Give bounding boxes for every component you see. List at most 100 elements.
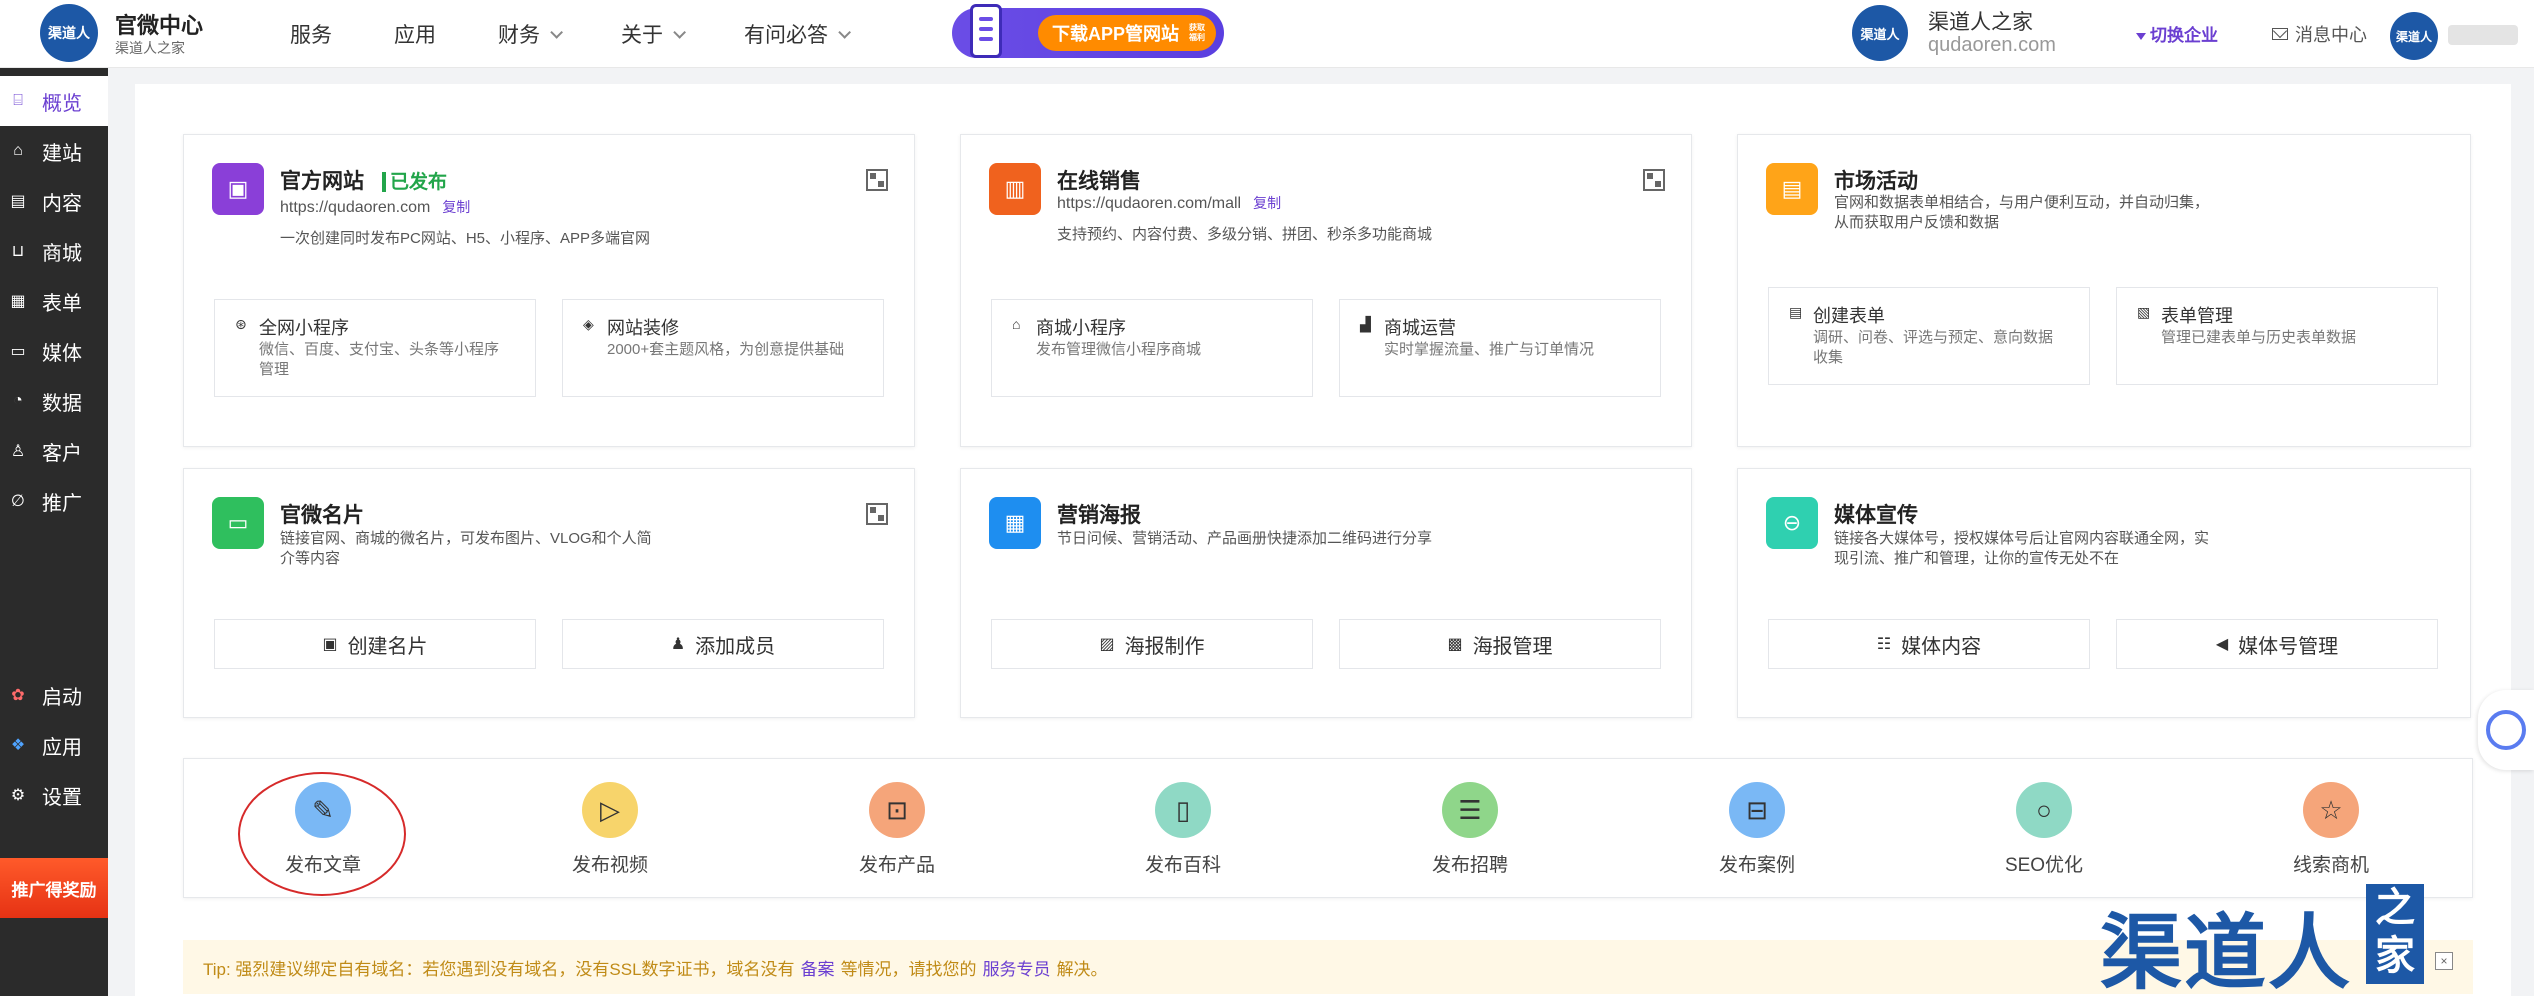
document-icon: ▤	[10, 193, 26, 210]
chevron-down-icon	[838, 25, 851, 39]
sidebar-item-settings[interactable]: ⚙ 设置	[0, 770, 108, 820]
nav-faq[interactable]: 有问必答	[744, 19, 851, 49]
quick-action-publish-wiki[interactable]: ▯ 发布百科	[1118, 772, 1248, 882]
bar-chart-icon: ▟	[1360, 316, 1371, 332]
quick-action-seo[interactable]: ○ SEO优化	[1979, 772, 2109, 882]
search-icon: ○	[2016, 782, 2072, 838]
qr-code-icon[interactable]	[866, 503, 888, 525]
quick-action-publish-case[interactable]: ⊟ 发布案例	[1692, 772, 1822, 882]
media-content-button[interactable]: ☷ 媒体内容	[1768, 619, 2090, 669]
sidebar-item-customers[interactable]: ♙ 客户	[0, 426, 108, 476]
quick-action-label: 发布案例	[1718, 855, 1795, 876]
tip-text: 等情况，请找您的	[840, 959, 977, 979]
nav-label: 应用	[394, 24, 436, 47]
sidebar-item-overview[interactable]: ⌸ 概览	[0, 76, 108, 126]
org-avatar[interactable]: 渠道人	[1852, 5, 1908, 61]
quick-action-publish-jobs[interactable]: ☰ 发布招聘	[1405, 772, 1535, 882]
poster-icon: ▦	[989, 497, 1041, 549]
sub-title: 全网小程序	[259, 318, 349, 338]
sidebar-item-build[interactable]: ⌂ 建站	[0, 126, 108, 176]
sidebar-item-launch[interactable]: ✿ 启动	[0, 670, 108, 720]
quick-action-publish-product[interactable]: ⊡ 发布产品	[832, 772, 962, 882]
sub-title: 表单管理	[2161, 306, 2233, 326]
sidebar-item-label: 媒体	[42, 342, 82, 365]
sidebar-item-data[interactable]: ◔ 数据	[0, 376, 108, 426]
play-icon: ▷	[582, 782, 638, 838]
sidebar-item-label: 概览	[42, 92, 82, 115]
brand-subtitle: 渠道人之家	[115, 40, 185, 56]
customer-service-float[interactable]	[2478, 690, 2534, 770]
sub-description: 微信、百度、支付宝、头条等小程序管理	[259, 341, 500, 378]
user-avatar[interactable]: 渠道人	[2390, 12, 2438, 60]
speaker-icon: ◀	[2215, 636, 2229, 653]
sub-mini-program[interactable]: ⊛ 全网小程序 微信、百度、支付宝、头条等小程序管理	[214, 299, 536, 397]
nav-label: 服务	[290, 24, 332, 47]
media-account-button[interactable]: ◀ 媒体号管理	[2116, 619, 2438, 669]
card-url: https://qudaoren.com/mall 复制	[1057, 193, 1281, 213]
sub-mall-operation[interactable]: ▟ 商城运营 实时掌握流量、推广与订单情况	[1339, 299, 1661, 397]
tip-link-icp[interactable]: 备案	[801, 955, 835, 980]
form-manage-icon: ▧	[2137, 304, 2151, 320]
sidebar-item-forms[interactable]: ▦ 表单	[0, 276, 108, 326]
media-link-icon: ⊖	[1766, 497, 1818, 549]
card-description: 链接各大媒体号，授权媒体号后让官网内容联通全网，实 现引流、推广和管理，让你的宣传…	[1834, 529, 2209, 569]
close-icon[interactable]: ×	[2435, 952, 2453, 970]
poster-edit-icon: ▨	[1099, 636, 1115, 653]
card-media-promotion: ⊖ 媒体宣传 链接各大媒体号，授权媒体号后让官网内容联通全网，实 现引流、推广和管…	[1737, 468, 2471, 718]
sidebar-item-media[interactable]: ▭ 媒体	[0, 326, 108, 376]
org-name: 渠道人之家	[1928, 11, 2033, 34]
inbox-icon: ⊟	[1729, 782, 1785, 838]
apps-icon: ❖	[10, 737, 26, 754]
headset-icon	[2486, 710, 2526, 750]
desc-line: 从而获取用户反馈和数据	[1834, 214, 2000, 231]
nav-apps[interactable]: 应用	[394, 19, 436, 49]
card-title: 市场活动	[1834, 170, 1918, 193]
brand-logo[interactable]: 渠道人	[40, 4, 98, 62]
org-domain: qudaoren.com	[1928, 34, 2056, 56]
watermark-text: 渠道人	[2100, 906, 2353, 996]
sidebar-item-label: 商城	[42, 242, 82, 265]
button-label: 海报制作	[1124, 635, 1205, 658]
website-icon: ▣	[212, 163, 264, 215]
user-name-blurred[interactable]	[2448, 25, 2518, 45]
sidebar-item-content[interactable]: ▤ 内容	[0, 176, 108, 226]
copy-link[interactable]: 复制	[1253, 195, 1281, 211]
message-center-button[interactable]: 消息中心	[2272, 21, 2367, 47]
switch-org-button[interactable]: 切换企业	[2136, 21, 2218, 46]
sidebar-item-apps[interactable]: ❖ 应用	[0, 720, 108, 770]
card-description: 官网和数据表单相结合，与用户便利互动，并自动归集， 从而获取用户反馈和数据	[1834, 193, 2209, 233]
nav-finance[interactable]: 财务	[498, 19, 563, 49]
create-card-button[interactable]: ▣ 创建名片	[214, 619, 536, 669]
sidebar-item-mall[interactable]: ⊔ 商城	[0, 226, 108, 276]
sub-site-decor[interactable]: ◈ 网站装修 2000+套主题风格，为创意提供基础	[562, 299, 884, 397]
sub-create-form[interactable]: ▤ 创建表单 调研、问卷、评选与预定、意向数据收集	[1768, 287, 2090, 385]
nav-about[interactable]: 关于	[621, 19, 686, 49]
add-member-button[interactable]: ♟ 添加成员	[562, 619, 884, 669]
sub-form-management[interactable]: ▧ 表单管理 管理已建表单与历史表单数据	[2116, 287, 2438, 385]
quick-action-publish-video[interactable]: ▷ 发布视频	[545, 772, 675, 882]
copy-link[interactable]: 复制	[442, 199, 470, 215]
download-app-banner[interactable]: 下载APP管网站 获取 福利	[952, 4, 1224, 58]
sub-title: 创建表单	[1813, 306, 1885, 326]
sidebar-item-label: 建站	[42, 142, 82, 165]
desc-line: 介等内容	[280, 550, 341, 567]
sidebar-item-promote[interactable]: ∅ 推广	[0, 476, 108, 526]
promo-reward-badge[interactable]: 推广得奖励	[0, 858, 108, 918]
quick-action-leads[interactable]: ☆ 线索商机	[2266, 772, 2396, 882]
tip-link-service[interactable]: 服务专员	[983, 955, 1051, 980]
nav-services[interactable]: 服务	[290, 19, 332, 49]
poster-manage-button[interactable]: ▩ 海报管理	[1339, 619, 1661, 669]
card-market-activity: ▤ 市场活动 官网和数据表单相结合，与用户便利互动，并自动归集， 从而获取用户反馈…	[1737, 134, 2471, 447]
card-business-card: ▭ 官微名片 链接官网、商城的微名片，可发布图片、VLOG和个人简 介等内容 ▣ 创…	[183, 468, 915, 718]
sub-mall-mini-program[interactable]: ⌂ 商城小程序 发布管理微信小程序商城	[991, 299, 1313, 397]
status-badge: 已发布	[382, 167, 447, 194]
book-icon: ▯	[1155, 782, 1211, 838]
poster-create-button[interactable]: ▨ 海报制作	[991, 619, 1313, 669]
user-icon: ♙	[10, 443, 26, 460]
qr-code-icon[interactable]	[866, 169, 888, 191]
download-app-button[interactable]: 下载APP管网站 获取 福利	[1038, 15, 1216, 51]
download-app-badge: 获取 福利	[1189, 23, 1205, 42]
cart-icon: ⊔	[11, 243, 25, 260]
qr-code-icon[interactable]	[1643, 169, 1665, 191]
highlight-ellipse	[238, 772, 406, 896]
